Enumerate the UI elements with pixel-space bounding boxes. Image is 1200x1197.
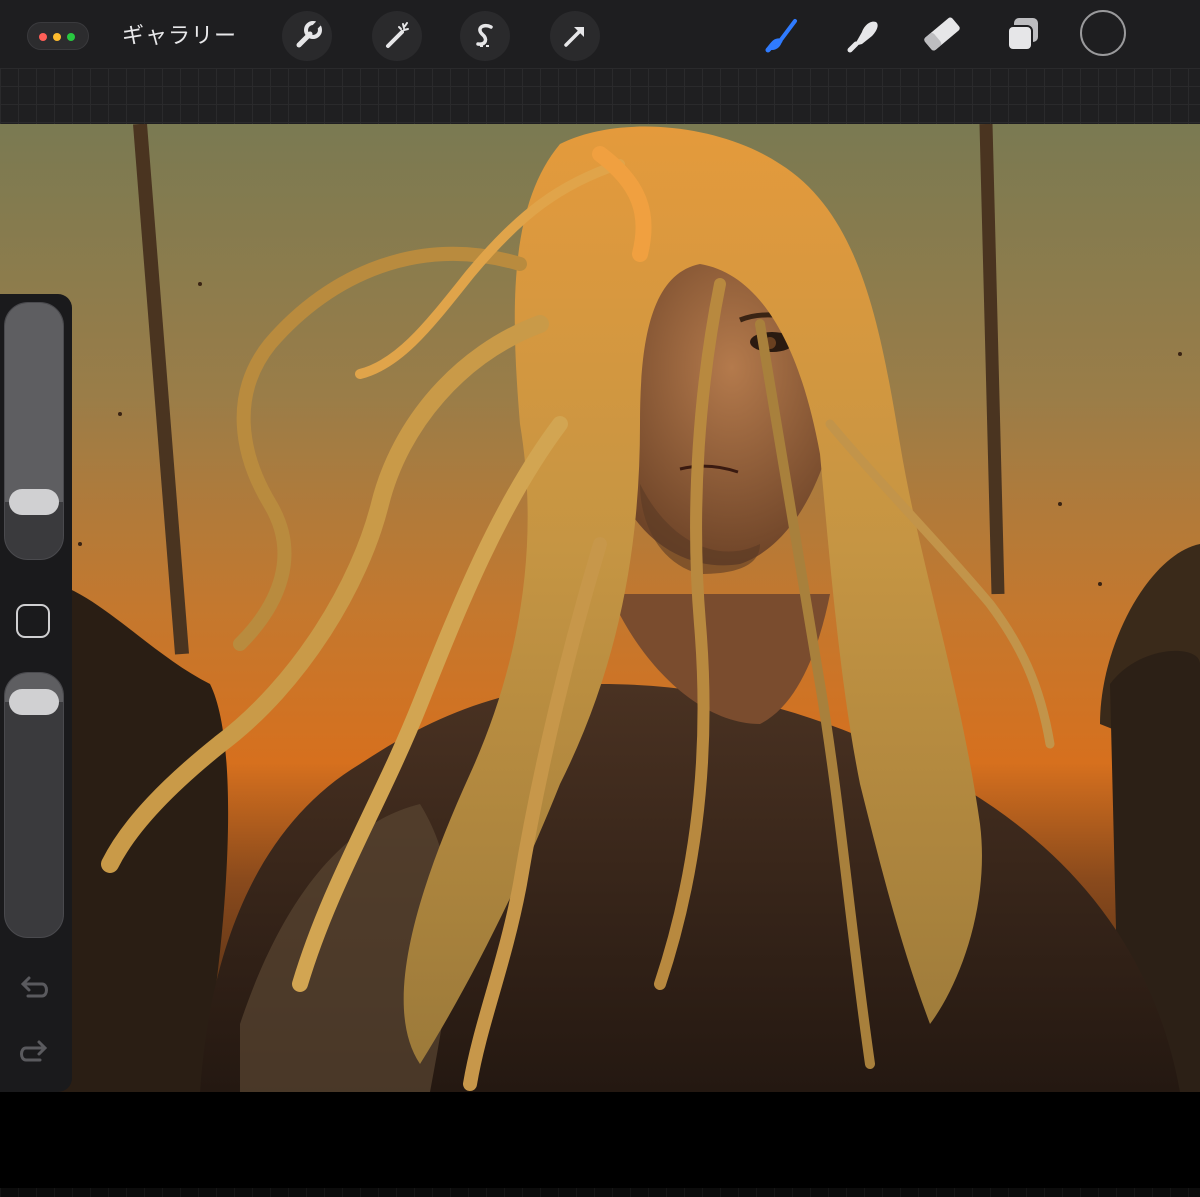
window-controls[interactable]: [27, 22, 89, 50]
artwork-illustration: [0, 124, 1200, 1092]
layers-icon: [1007, 18, 1038, 51]
gallery-button[interactable]: ギャラリー: [122, 18, 237, 50]
maximize-dot[interactable]: [67, 33, 75, 41]
smudge-icon: [847, 21, 878, 53]
brush-size-fill: [5, 303, 63, 503]
bottom-grid-edge: [0, 1188, 1200, 1197]
close-dot[interactable]: [39, 33, 47, 41]
wrench-icon: [296, 21, 322, 48]
brush-sidebar: [0, 294, 72, 1092]
adjustments-button[interactable]: [372, 11, 422, 61]
undo-icon: [20, 976, 48, 998]
transform-arrow-icon: [564, 27, 584, 47]
redo-icon: [20, 1040, 48, 1062]
selection-button[interactable]: [460, 11, 510, 61]
opacity-slider[interactable]: [4, 672, 64, 938]
minimize-dot[interactable]: [53, 33, 61, 41]
brush-size-slider[interactable]: [4, 302, 64, 560]
drawing-canvas[interactable]: [0, 124, 1200, 1092]
modify-square-icon[interactable]: [16, 604, 50, 638]
opacity-handle[interactable]: [9, 688, 59, 715]
layers-tool[interactable]: [1000, 10, 1048, 58]
top-toolbar: ギャラリー: [0, 0, 1200, 68]
color-picker[interactable]: [1080, 10, 1126, 56]
bottom-letterbox: [0, 1092, 1200, 1197]
selection-icon: [476, 23, 493, 47]
redo-button[interactable]: [16, 1034, 52, 1070]
magic-wand-icon: [386, 22, 409, 48]
canvas-margin-grid: [0, 68, 1200, 125]
smudge-tool[interactable]: [840, 10, 888, 58]
brush-size-handle[interactable]: [9, 489, 59, 516]
eraser-tool[interactable]: [918, 10, 966, 58]
actions-button[interactable]: [282, 11, 332, 61]
brush-tool[interactable]: [760, 10, 808, 58]
transform-button[interactable]: [550, 11, 600, 61]
undo-button[interactable]: [16, 970, 52, 1006]
eraser-icon: [924, 17, 960, 51]
brush-icon: [765, 19, 797, 53]
